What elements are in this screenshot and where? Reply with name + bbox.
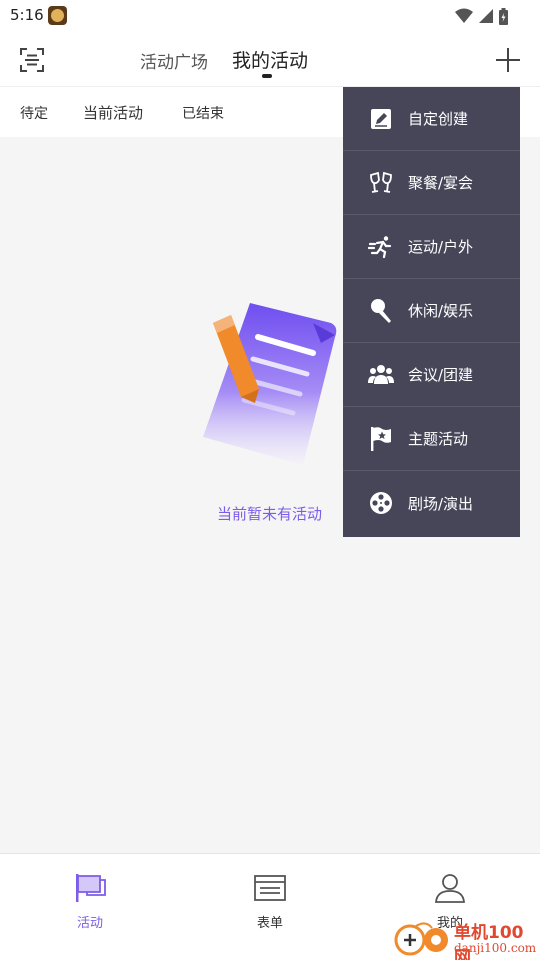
menu-item-leisure-entertainment[interactable]: 休闲/娱乐 (343, 279, 520, 343)
top-bar: 活动广场 我的活动 (0, 32, 540, 87)
menu-item-label: 运动/户外 (408, 238, 474, 256)
tab-my-activities[interactable]: 我的活动 (232, 46, 308, 73)
scan-icon[interactable] (18, 46, 46, 74)
menu-item-sports-outdoor[interactable]: 运动/户外 (343, 215, 520, 279)
film-reel-icon (368, 490, 394, 516)
watermark-logo-icon (394, 922, 448, 956)
menu-item-label: 聚餐/宴会 (408, 174, 474, 192)
flag-icon (76, 874, 106, 902)
menu-item-theme-activity[interactable]: 主题活动 (343, 407, 520, 471)
microphone-icon (368, 298, 394, 324)
form-icon (254, 875, 286, 901)
nav-label: 表单 (256, 916, 283, 931)
filter-ended[interactable]: 已结束 (182, 103, 224, 123)
watermark-url: danji100.com (454, 941, 537, 955)
menu-item-label: 主题活动 (408, 430, 469, 448)
status-bar: 5:16 (0, 0, 540, 32)
site-watermark: 单机100网 danji100.com (392, 916, 540, 960)
filter-current[interactable]: 当前活动 (83, 102, 143, 123)
menu-item-custom-create[interactable]: 自定创建 (343, 87, 520, 151)
menu-item-label: 自定创建 (408, 110, 469, 128)
nav-form[interactable]: 表单 (230, 872, 310, 931)
create-activity-menu: 自定创建 聚餐/宴会 运动/户外 休闲/娱乐 会议/团建 主题活动 剧场/演出 (343, 87, 520, 537)
menu-item-label: 休闲/娱乐 (408, 302, 474, 320)
wine-glasses-icon (368, 170, 394, 196)
battery-icon (499, 7, 508, 25)
nav-activity[interactable]: 活动 (50, 872, 130, 931)
menu-item-label: 会议/团建 (408, 366, 474, 384)
running-icon (368, 234, 394, 260)
plus-icon[interactable] (494, 46, 522, 74)
empty-state-message: 当前暂未有活动 (217, 505, 323, 523)
tab-activity-square[interactable]: 活动广场 (140, 48, 208, 73)
nav-label: 活动 (76, 916, 103, 931)
signal-icon (479, 9, 493, 23)
wifi-icon (455, 8, 473, 23)
menu-item-label: 剧场/演出 (408, 494, 474, 513)
empty-document-illustration (203, 303, 337, 465)
status-indicators (455, 6, 508, 26)
menu-item-meeting-teambuilding[interactable]: 会议/团建 (343, 343, 520, 407)
menu-item-theater-performance[interactable]: 剧场/演出 (343, 471, 520, 535)
tab-indicator (262, 74, 272, 78)
status-time: 5:16 (10, 6, 44, 24)
menu-item-dinner-party[interactable]: 聚餐/宴会 (343, 151, 520, 215)
star-flag-icon (368, 426, 394, 452)
group-icon (368, 362, 394, 388)
app-notification-icon (48, 6, 67, 25)
user-icon (435, 874, 465, 903)
filter-pending[interactable]: 待定 (20, 103, 48, 123)
edit-icon (368, 106, 394, 132)
